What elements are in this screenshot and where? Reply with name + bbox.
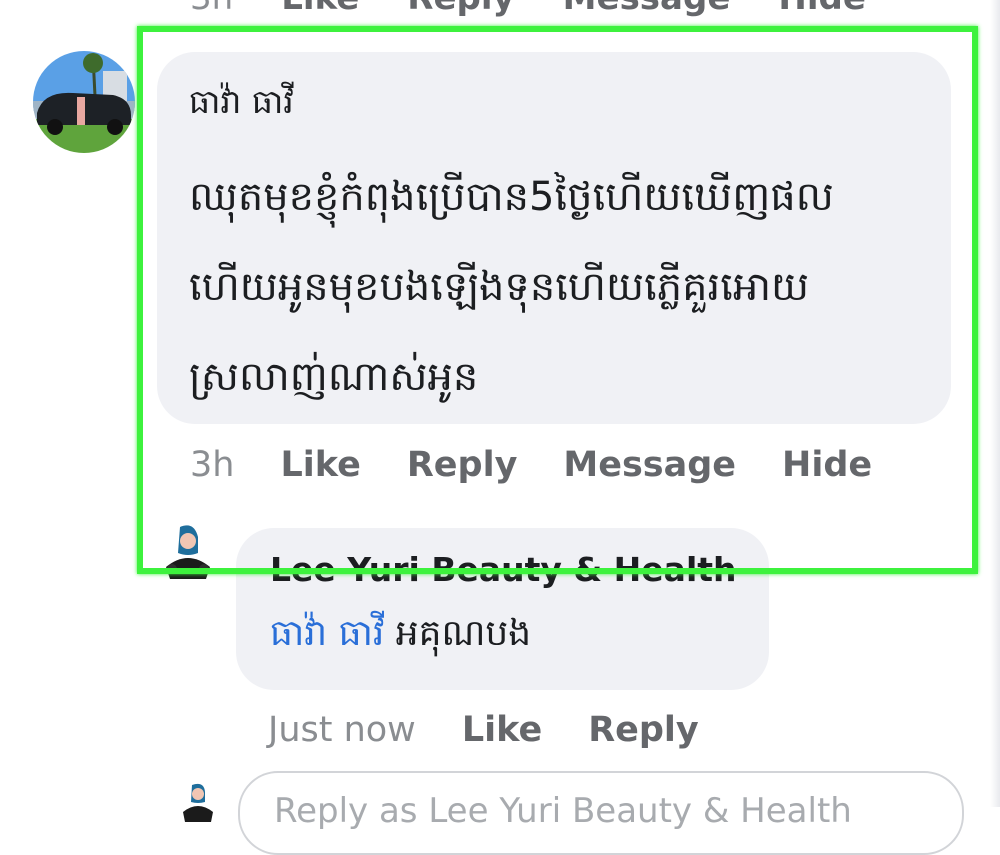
reply-text: អគុណបង xyxy=(395,613,532,654)
reply-input-placeholder: Reply as Lee Yuri Beauty & Health xyxy=(274,791,852,831)
commenter-avatar[interactable] xyxy=(33,51,135,153)
reply-input[interactable]: Reply as Lee Yuri Beauty & Health xyxy=(238,771,964,855)
input-avatar xyxy=(178,782,218,822)
previous-hide-button[interactable]: Hide xyxy=(778,0,866,18)
reply-like-button[interactable]: Like xyxy=(462,710,542,750)
reply-content: ធាវ៉ា ធាវី អគុណបង xyxy=(270,610,531,663)
previous-reply-button[interactable]: Reply xyxy=(407,0,514,18)
reply-reply-button[interactable]: Reply xyxy=(588,710,699,750)
reply-time: Just now xyxy=(268,710,416,750)
previous-comment-time: 3h xyxy=(190,0,233,18)
highlight-frame xyxy=(137,26,978,574)
scroll-edge xyxy=(990,0,1000,807)
reply-actions: Just now Like Reply xyxy=(268,705,745,755)
reply-mention[interactable]: ធាវ៉ា ធាវី xyxy=(270,613,384,654)
previous-like-button[interactable]: Like xyxy=(281,0,359,18)
previous-comment-actions: 3h Like Reply Message Hide xyxy=(190,0,866,18)
previous-message-button[interactable]: Message xyxy=(563,0,731,18)
